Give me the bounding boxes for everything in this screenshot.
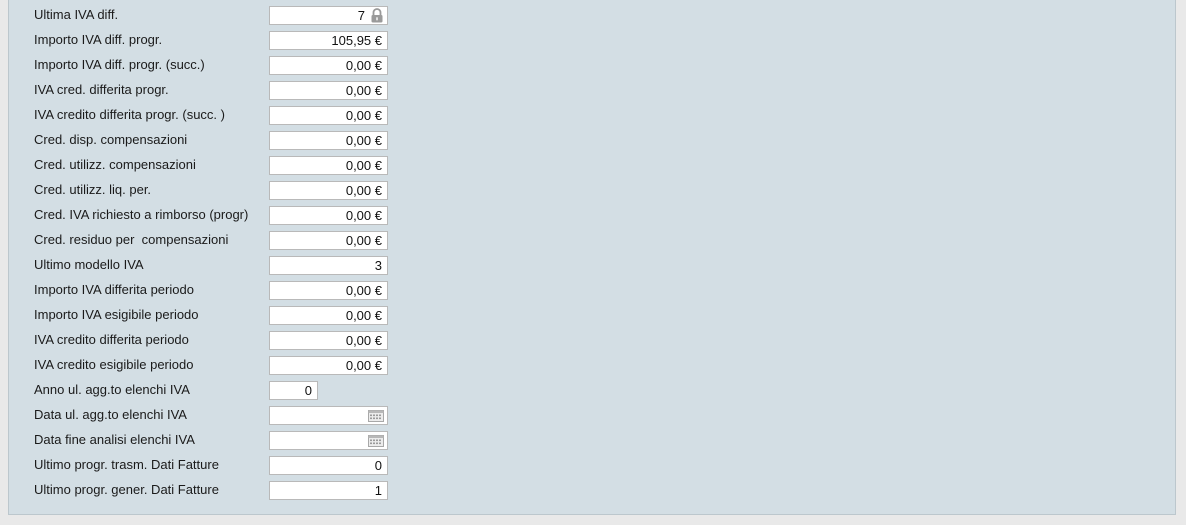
row-importo-iva-diff-progr-succ: Importo IVA diff. progr. (succ.) 0,00 €	[9, 53, 609, 78]
field-value: 0,00 €	[345, 83, 382, 98]
row-cred-disp-compensazioni: Cred. disp. compensazioni 0,00 €	[9, 128, 609, 153]
field-label: Data fine analisi elenchi IVA	[34, 432, 195, 447]
field-label: Anno ul. agg.to elenchi IVA	[34, 382, 190, 397]
importo-iva-diff-progr-input[interactable]: 105,95 €	[269, 31, 388, 50]
row-importo-iva-esigibile-periodo: Importo IVA esigibile periodo 0,00 €	[9, 303, 609, 328]
cred-utilizz-liq-per-input[interactable]: 0,00 €	[269, 181, 388, 200]
field-label: Importo IVA diff. progr.	[34, 32, 163, 47]
row-cred-utilizz-liq-per: Cred. utilizz. liq. per. 0,00 €	[9, 178, 609, 203]
field-value: 0,00 €	[345, 283, 382, 298]
row-cred-utilizz-compensazioni: Cred. utilizz. compensazioni 0,00 €	[9, 153, 609, 178]
importo-iva-esigibile-periodo-input[interactable]: 0,00 €	[269, 306, 388, 325]
field-value: 0,00 €	[345, 183, 382, 198]
anno-agg-elenchi-iva-input[interactable]: 0	[269, 381, 318, 400]
data-agg-elenchi-iva-input[interactable]	[269, 406, 388, 425]
row-iva-credito-esigibile-periodo: IVA credito esigibile periodo 0,00 €	[9, 353, 609, 378]
row-importo-iva-diff-progr: Importo IVA diff. progr. 105,95 €	[9, 28, 609, 53]
field-value: 0,00 €	[345, 358, 382, 373]
row-data-fine-analisi-elenchi-iva: Data fine analisi elenchi IVA	[9, 428, 609, 453]
ultimo-progr-gener-dati-fatture-input[interactable]: 1	[269, 481, 388, 500]
field-value: 0,00 €	[345, 58, 382, 73]
field-value: 0,00 €	[345, 108, 382, 123]
row-ultimo-progr-trasm-dati-fatture: Ultimo progr. trasm. Dati Fatture 0	[9, 453, 609, 478]
lock-icon	[371, 8, 383, 23]
field-label: Cred. IVA richiesto a rimborso (progr)	[34, 207, 249, 222]
row-importo-iva-differita-periodo: Importo IVA differita periodo 0,00 €	[9, 278, 609, 303]
field-label: IVA credito differita progr. (succ. )	[34, 107, 225, 122]
field-label: IVA credito esigibile periodo	[34, 357, 194, 372]
row-cred-residuo-compensazioni: Cred. residuo per compensazioni 0,00 €	[9, 228, 609, 253]
field-value: 7	[357, 8, 365, 23]
field-label: Importo IVA diff. progr. (succ.)	[34, 57, 205, 72]
field-label: Cred. utilizz. liq. per.	[34, 182, 152, 197]
field-label: Importo IVA esigibile periodo	[34, 307, 199, 322]
row-data-agg-elenchi-iva: Data ul. agg.to elenchi IVA	[9, 403, 609, 428]
cred-utilizz-compensazioni-input[interactable]: 0,00 €	[269, 156, 388, 175]
cred-residuo-compensazioni-input[interactable]: 0,00 €	[269, 231, 388, 250]
importo-iva-differita-periodo-input[interactable]: 0,00 €	[269, 281, 388, 300]
iva-cred-differita-progr-input[interactable]: 0,00 €	[269, 81, 388, 100]
calendar-icon[interactable]	[368, 435, 384, 447]
field-label: Cred. utilizz. compensazioni	[34, 157, 196, 172]
data-fine-analisi-elenchi-iva-input[interactable]	[269, 431, 388, 450]
ultimo-progr-trasm-dati-fatture-input[interactable]: 0	[269, 456, 388, 475]
iva-credito-differita-periodo-input[interactable]: 0,00 €	[269, 331, 388, 350]
iva-credito-differita-progr-succ-input[interactable]: 0,00 €	[269, 106, 388, 125]
row-ultima-iva-diff: Ultima IVA diff. 7	[9, 3, 609, 28]
row-ultimo-modello-iva: Ultimo modello IVA 3	[9, 253, 609, 278]
settings-panel: Ultima IVA diff. 7 Importo IVA diff. pro…	[8, 0, 1176, 515]
field-value: 1	[374, 483, 382, 498]
field-value: 0	[374, 458, 382, 473]
field-value: 0,00 €	[345, 308, 382, 323]
field-label: Cred. residuo per compensazioni	[34, 232, 229, 247]
field-label: Ultimo modello IVA	[34, 257, 144, 272]
field-label: IVA cred. differita progr.	[34, 82, 169, 97]
field-label: Data ul. agg.to elenchi IVA	[34, 407, 187, 422]
row-anno-agg-elenchi-iva: Anno ul. agg.to elenchi IVA 0	[9, 378, 609, 403]
field-label: Cred. disp. compensazioni	[34, 132, 188, 147]
iva-credito-esigibile-periodo-input[interactable]: 0,00 €	[269, 356, 388, 375]
cred-iva-richiesto-rimborso-input[interactable]: 0,00 €	[269, 206, 388, 225]
field-value: 0	[304, 383, 312, 398]
field-value: 0,00 €	[345, 158, 382, 173]
field-label: Importo IVA differita periodo	[34, 282, 194, 297]
cred-disp-compensazioni-input[interactable]: 0,00 €	[269, 131, 388, 150]
field-label: Ultima IVA diff.	[34, 7, 119, 22]
field-value: 0,00 €	[345, 233, 382, 248]
importo-iva-diff-progr-succ-input[interactable]: 0,00 €	[269, 56, 388, 75]
field-value: 105,95 €	[331, 33, 382, 48]
row-ultimo-progr-gener-dati-fatture: Ultimo progr. gener. Dati Fatture 1	[9, 478, 609, 503]
field-value: 0,00 €	[345, 208, 382, 223]
row-iva-cred-differita-progr: IVA cred. differita progr. 0,00 €	[9, 78, 609, 103]
calendar-icon[interactable]	[368, 410, 384, 422]
ultimo-modello-iva-input[interactable]: 3	[269, 256, 388, 275]
row-iva-credito-differita-progr-succ: IVA credito differita progr. (succ. ) 0,…	[9, 103, 609, 128]
ultima-iva-diff-field: 7	[269, 6, 388, 25]
row-cred-iva-richiesto-rimborso: Cred. IVA richiesto a rimborso (progr) 0…	[9, 203, 609, 228]
row-iva-credito-differita-periodo: IVA credito differita periodo 0,00 €	[9, 328, 609, 353]
field-value: 0,00 €	[345, 333, 382, 348]
field-value: 0,00 €	[345, 133, 382, 148]
field-label: Ultimo progr. trasm. Dati Fatture	[34, 457, 219, 472]
field-label: IVA credito differita periodo	[34, 332, 189, 347]
field-value: 3	[374, 258, 382, 273]
field-label: Ultimo progr. gener. Dati Fatture	[34, 482, 219, 497]
